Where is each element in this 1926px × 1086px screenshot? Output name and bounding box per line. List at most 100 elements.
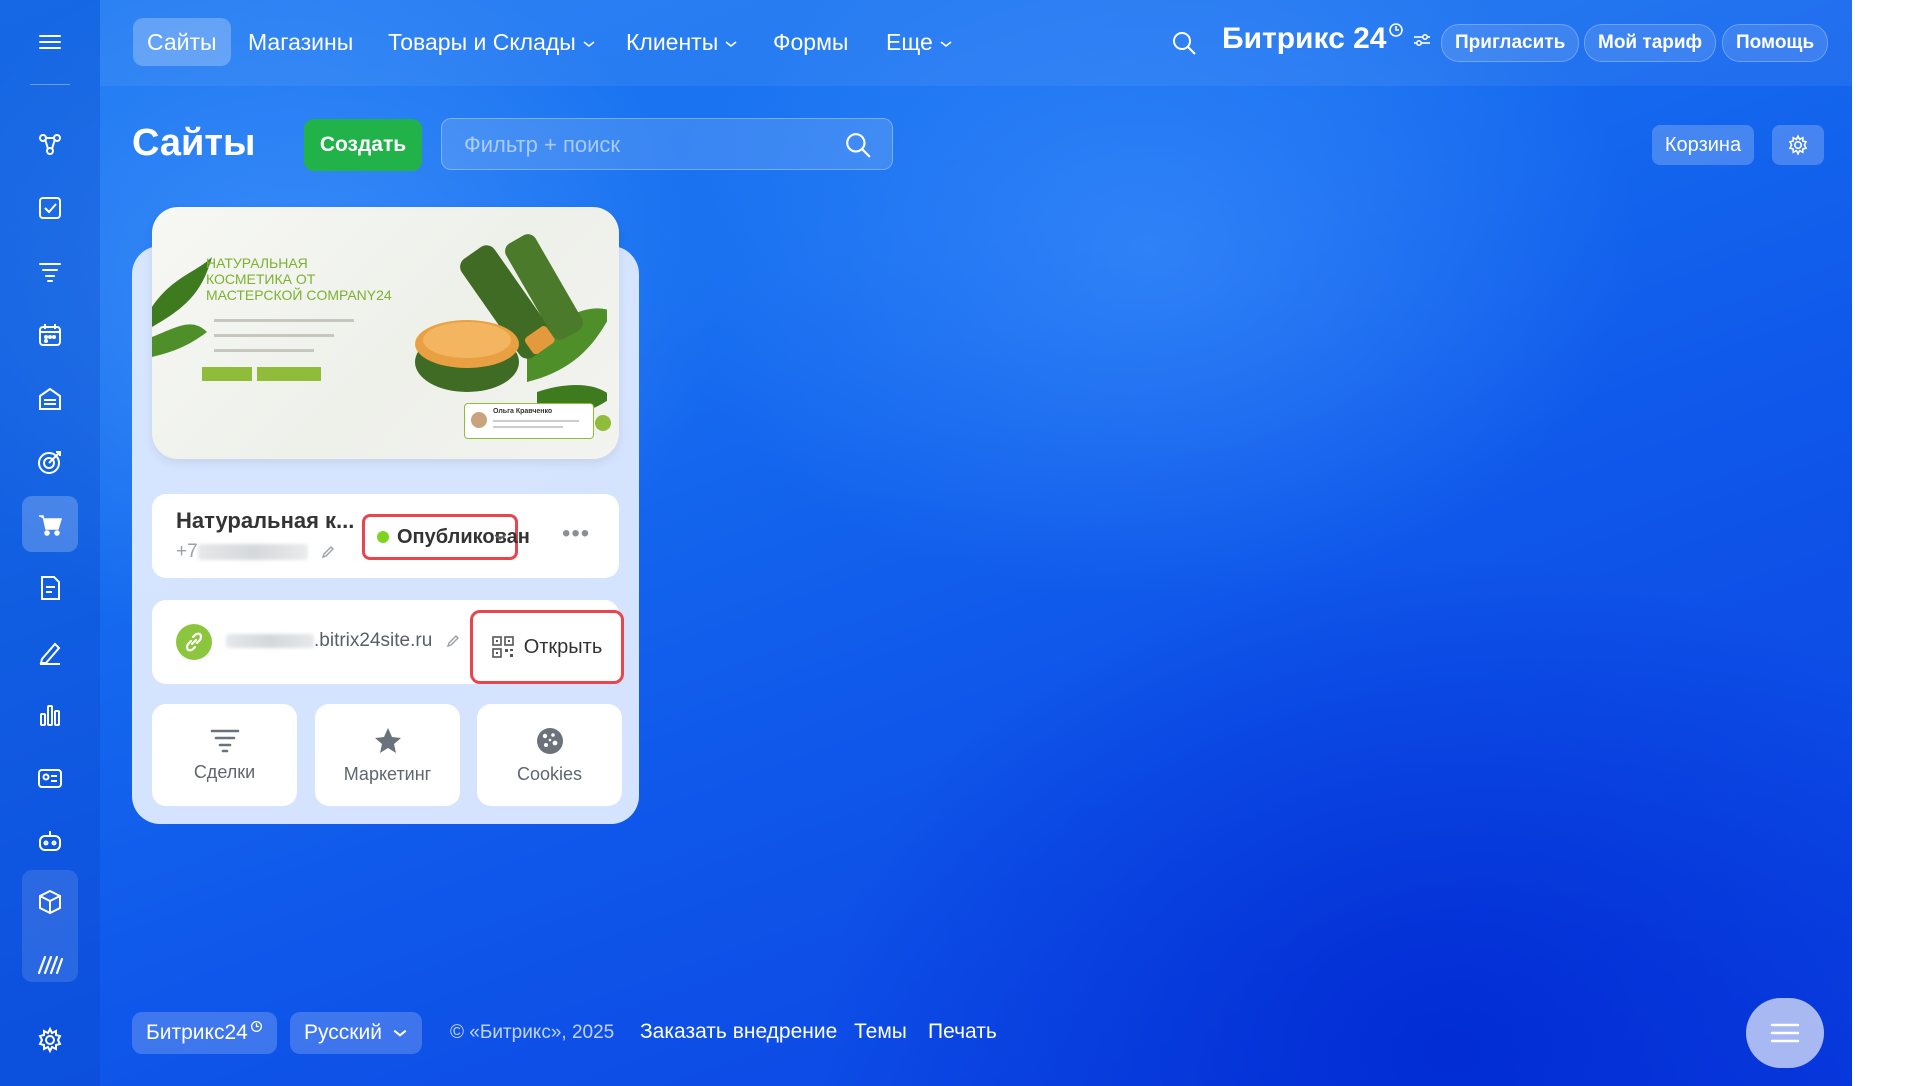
review-bubble: Ольга Кравченко	[464, 403, 594, 439]
status-dropdown[interactable]: Опубликован	[362, 514, 530, 560]
open-site-button[interactable]: Открыть	[470, 610, 624, 684]
sliders-icon[interactable]	[1412, 30, 1432, 50]
copyright-text: © «Битрикс», 2025	[450, 1022, 615, 1043]
tariff-label: Мой тариф	[1598, 32, 1703, 53]
tab-forms[interactable]: Формы	[759, 18, 862, 66]
status-published-dot	[377, 531, 389, 543]
site-preview-thumbnail[interactable]: НАТУРАЛЬНАЯ КОСМЕТИКА ОТ МАСТЕРСКОЙ COMP…	[152, 207, 619, 459]
sign-icon[interactable]	[22, 624, 78, 680]
redacted-phone	[197, 543, 308, 560]
chat-menu-button[interactable]	[1746, 998, 1824, 1068]
rail-divider	[30, 84, 70, 85]
preview-button	[202, 367, 252, 381]
star-icon	[374, 727, 401, 753]
preview-bullet	[214, 349, 314, 352]
funnel-icon[interactable]	[22, 243, 78, 299]
market-icon[interactable]	[22, 936, 78, 992]
site-name[interactable]: Натуральная к...	[176, 508, 354, 534]
help-button[interactable]: Помощь	[1722, 24, 1829, 62]
more-options-icon[interactable]: •••	[562, 520, 590, 548]
tab-label: Еще	[886, 29, 933, 55]
chevron-down-icon	[725, 41, 737, 47]
review-text-line	[493, 420, 579, 422]
left-sidebar	[0, 0, 100, 1086]
contact-card-icon[interactable]	[22, 750, 78, 806]
chevron-down-icon	[583, 41, 595, 47]
app-window: Сайты Магазины Товары и Склады Клиенты Ф…	[0, 0, 1852, 1086]
clock-icon	[250, 1020, 262, 1033]
tab-clients[interactable]: Клиенты	[612, 18, 752, 66]
crm-icon[interactable]	[22, 116, 78, 172]
site-url-panel: .bitrix24site.ru Открыть	[152, 600, 624, 684]
create-button[interactable]: Создать	[304, 119, 422, 171]
my-tariff-button[interactable]: Мой тариф	[1584, 24, 1717, 62]
settings-gear-icon[interactable]	[22, 1012, 78, 1068]
tab-shops[interactable]: Магазины	[234, 18, 367, 66]
robot-icon[interactable]	[22, 813, 78, 869]
tab-label: Формы	[773, 29, 849, 55]
footer-brand-label: Битрикс24	[146, 1021, 248, 1044]
tab-sites[interactable]: Сайты	[133, 18, 231, 66]
deals-tile[interactable]: Сделки	[152, 704, 297, 806]
language-label: Русский	[304, 1021, 382, 1044]
tab-goods-warehouses[interactable]: Товары и Склады	[374, 18, 610, 66]
analytics-icon[interactable]	[22, 687, 78, 743]
status-label: Опубликован	[397, 526, 530, 548]
chevron-down-icon	[494, 534, 506, 541]
footer-brand-button[interactable]: Битрикс24	[132, 1012, 277, 1054]
reviewer-name: Ольга Кравченко	[493, 408, 553, 415]
phone-prefix: +7	[176, 541, 198, 562]
target-icon[interactable]	[22, 434, 78, 490]
link-icon	[176, 624, 212, 660]
cart-icon[interactable]	[22, 496, 78, 552]
order-implementation-link[interactable]: Заказать внедрение	[640, 1020, 837, 1044]
preview-headline: НАТУРАЛЬНАЯ КОСМЕТИКА ОТ МАСТЕРСКОЙ COMP…	[206, 255, 392, 303]
tile-label: Cookies	[516, 763, 583, 784]
open-label: Открыть	[523, 635, 603, 658]
pencil-icon[interactable]	[446, 634, 460, 648]
search-input[interactable]	[462, 119, 846, 171]
chevron-down-icon	[940, 41, 952, 47]
calendar-icon[interactable]	[22, 307, 78, 363]
site-domain[interactable]: .bitrix24site.ru	[226, 630, 460, 652]
package-icon[interactable]	[22, 874, 78, 930]
themes-link[interactable]: Темы	[854, 1020, 907, 1044]
document-icon[interactable]	[22, 560, 78, 616]
funnel-icon	[210, 729, 239, 752]
invite-label: Пригласить	[1455, 32, 1566, 53]
qr-code-icon	[491, 636, 514, 658]
invite-button[interactable]: Пригласить	[1441, 24, 1580, 62]
chat-bubble-icon	[595, 415, 611, 431]
page-title: Сайты	[132, 122, 256, 164]
reviewer-avatar	[471, 412, 487, 428]
site-info-panel: Натуральная к... +7 Опубликован •••	[152, 494, 619, 578]
preview-button	[257, 367, 321, 381]
store-icon[interactable]	[22, 371, 78, 427]
clock-icon	[1389, 23, 1404, 37]
marketing-tile[interactable]: Маркетинг	[315, 704, 460, 806]
tasks-icon[interactable]	[22, 180, 78, 236]
cosmetics-product-image	[415, 234, 607, 414]
settings-button[interactable]	[1772, 125, 1824, 165]
chevron-down-icon	[393, 1030, 407, 1038]
tab-label: Магазины	[248, 29, 354, 55]
search-icon[interactable]	[1171, 30, 1197, 56]
language-selector[interactable]: Русский	[290, 1012, 422, 1054]
tile-label: Маркетинг	[343, 763, 432, 784]
gear-icon	[1788, 134, 1808, 156]
cookie-icon	[536, 727, 563, 754]
tab-label: Клиенты	[626, 29, 719, 55]
filter-search-box[interactable]	[441, 118, 893, 171]
tab-label: Товары и Склады	[388, 29, 576, 55]
preview-bullet	[214, 319, 354, 322]
cookies-tile[interactable]: Cookies	[477, 704, 622, 806]
search-icon[interactable]	[844, 131, 872, 159]
tab-more[interactable]: Еще	[872, 18, 967, 66]
brand-logo[interactable]: Битрикс 24	[1222, 22, 1432, 56]
pencil-icon[interactable]	[321, 545, 335, 559]
preview-bullet	[214, 334, 334, 337]
menu-icon[interactable]	[22, 14, 78, 70]
trash-button[interactable]: Корзина	[1652, 125, 1754, 165]
print-link[interactable]: Печать	[928, 1020, 997, 1044]
review-text-line	[493, 426, 563, 428]
